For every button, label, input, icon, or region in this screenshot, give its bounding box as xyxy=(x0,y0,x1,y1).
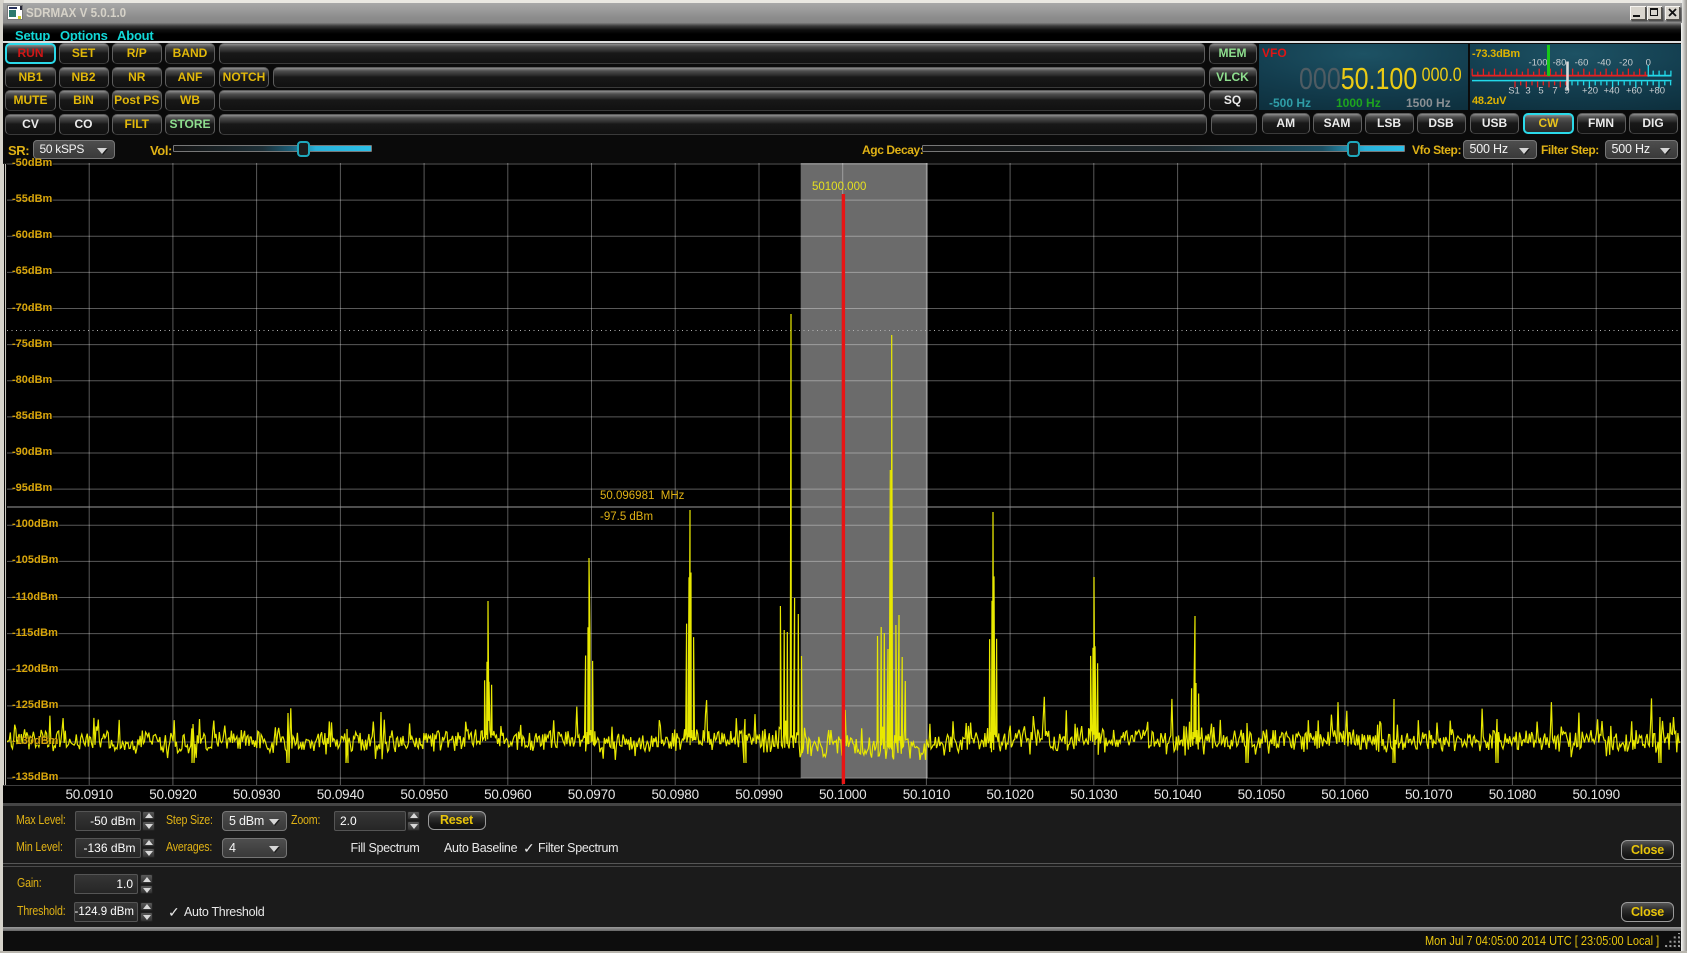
svg-text:+60: +60 xyxy=(1626,86,1642,97)
svg-text:-60: -60 xyxy=(1575,58,1589,69)
svg-text:-40: -40 xyxy=(1597,58,1611,69)
svg-text:5: 5 xyxy=(1538,86,1543,97)
svg-text:-80: -80 xyxy=(1553,58,1567,69)
svg-text:+80: +80 xyxy=(1649,86,1665,97)
svg-text:50100.000: 50100.000 xyxy=(812,181,866,193)
svg-text:+40: +40 xyxy=(1603,86,1619,97)
svg-text:-20: -20 xyxy=(1619,58,1633,69)
svg-text:+20: +20 xyxy=(1582,86,1598,97)
svg-text:-100: -100 xyxy=(1528,58,1547,69)
svg-text:3: 3 xyxy=(1525,86,1530,97)
svg-text:S1: S1 xyxy=(1508,86,1520,97)
svg-text:7: 7 xyxy=(1552,86,1557,97)
svg-text:0: 0 xyxy=(1646,58,1651,69)
